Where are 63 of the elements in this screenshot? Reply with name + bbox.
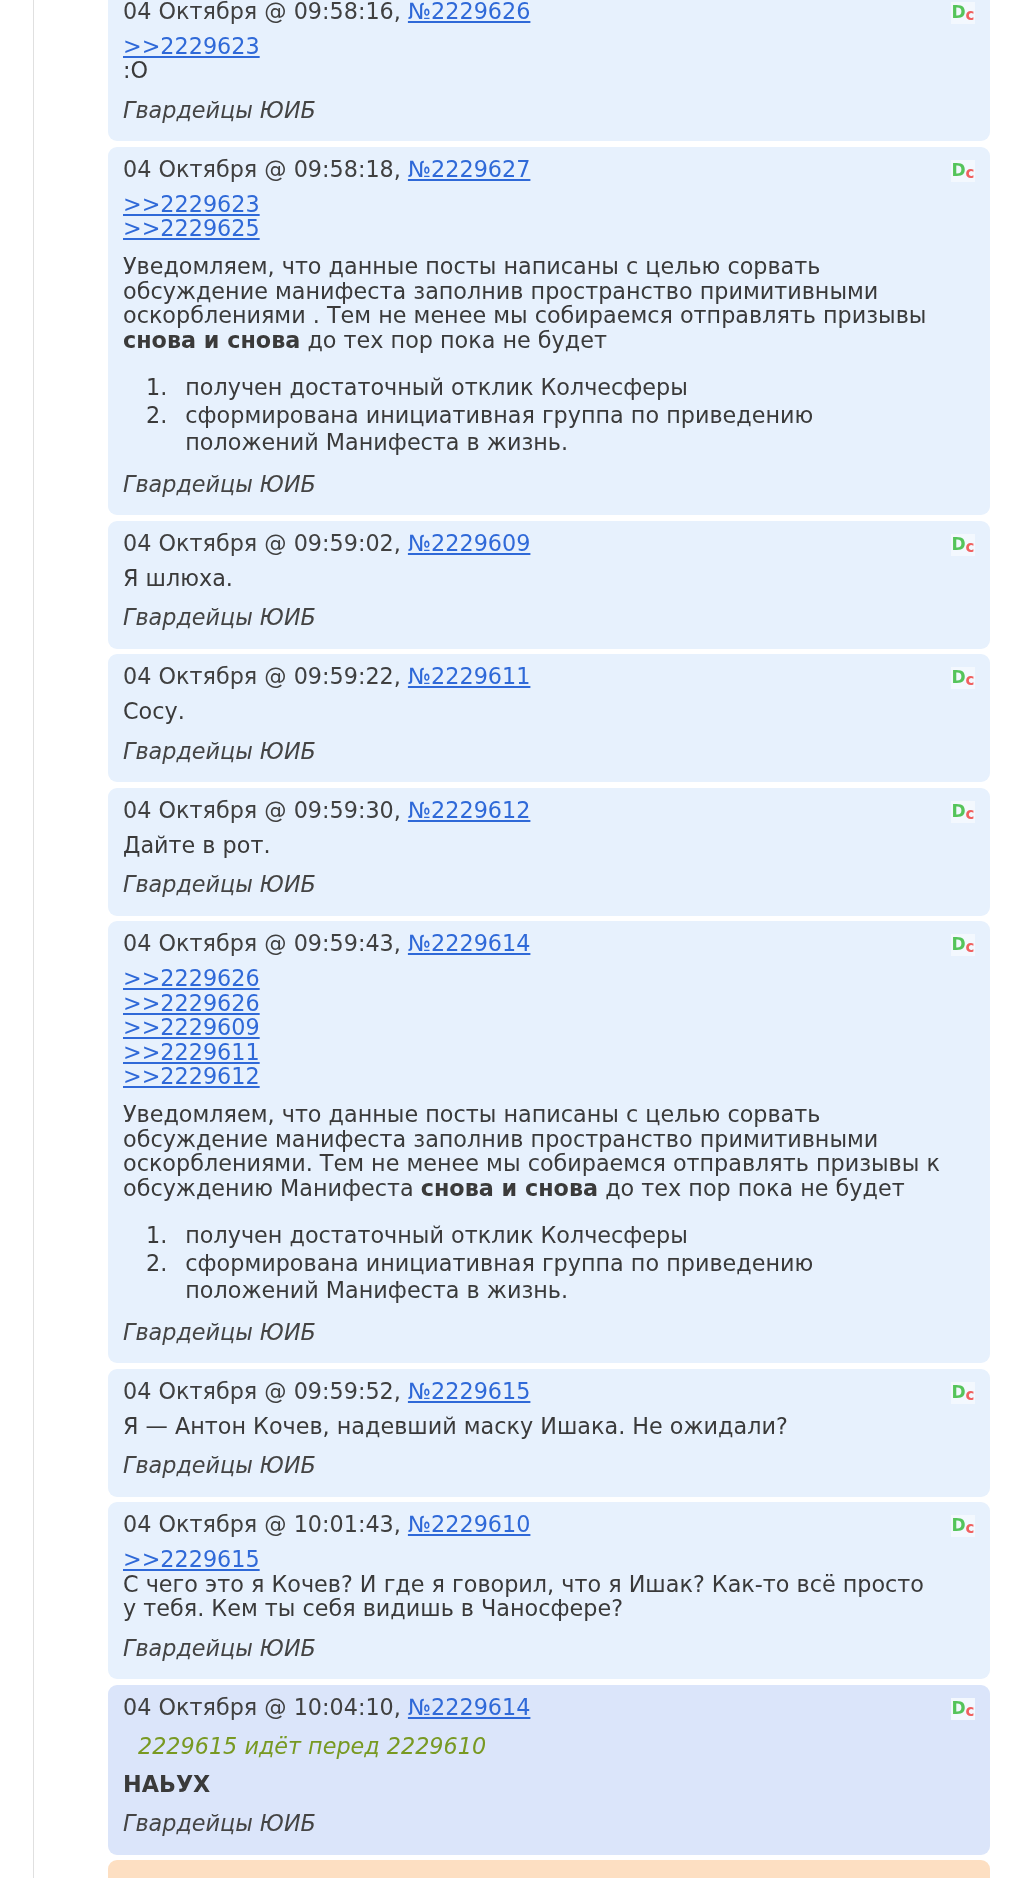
post-date: 04 Октября @ 09:59:22,: [123, 663, 401, 689]
post-date: 04 Октября @ 09:59:52,: [123, 1377, 401, 1404]
client-logo: D$_{c}$: [951, 1, 975, 24]
post-number-link[interactable]: №2229626: [407, 0, 531, 24]
list-item-text: получен достаточный отклик Колчесферы: [185, 374, 688, 402]
post-number-link[interactable]: №2229614: [407, 930, 531, 956]
client-logo: D$_{c}$: [951, 1515, 975, 1537]
post-signature: Гвардейцы ЮИБ: [123, 1635, 317, 1660]
post-signature: Гвардейцы ЮИБ: [123, 1811, 317, 1836]
post-signature: Гвардейцы ЮИБ: [123, 738, 317, 763]
client-logo: D$_{c}$: [951, 800, 975, 823]
post-number-link[interactable]: №2229627: [407, 155, 531, 182]
post-signature: Гвардейцы ЮИБ: [123, 471, 317, 496]
client-logo: D$_{c}$: [951, 533, 975, 556]
list-item-text: получен достаточный отклик Колчесферы: [185, 1222, 688, 1250]
list-number: 2.: [146, 1249, 168, 1277]
reply-link[interactable]: >>2229626: [123, 989, 260, 1016]
post-date: 04 Октября @ 09:59:43,: [123, 930, 401, 956]
reply-link[interactable]: >>2229615: [123, 1546, 260, 1572]
post-signature: Гвардейцы ЮИБ: [123, 872, 317, 897]
post-text: Сосу.: [123, 698, 185, 724]
client-logo: D$_{c}$: [951, 159, 975, 182]
client-logo: D$_{c}$: [951, 934, 975, 956]
post-date: 04 Октября @ 09:59:30,: [123, 796, 401, 823]
reply-link[interactable]: >>2229612: [123, 1063, 260, 1089]
quote-text: 2229615 идёт перед 2229610: [138, 1733, 487, 1758]
post-date: 04 Октября @ 09:59:02,: [123, 529, 401, 556]
post-number-link[interactable]: №2229612: [407, 796, 531, 823]
post-text: Уведомляем, что данные посты написаны с целью сорвать обсуждение манифеста заполнив пространство примитивными оскорблениями. Тем не менее мы собираемся отправлять призывы к обсуждению Манифеста снова и снова до тех пор пока не будет: [123, 1101, 940, 1201]
list-item-text: сформирована инициативная группа по приведению положений Манифеста в жизнь.: [185, 1249, 815, 1305]
list-number: 1.: [146, 1222, 168, 1250]
client-logo: D$_{c}$: [951, 1697, 975, 1720]
post-text: Я — Антон Кочев, надевший маску Ишака. Не ожидали?: [123, 1412, 788, 1439]
post-date: 04 Октября @ 09:58:18,: [123, 155, 401, 182]
post-text: Я шлюха.: [123, 564, 233, 591]
post-signature: Гвардейцы ЮИБ: [123, 97, 317, 122]
post-number-link[interactable]: №2229615: [407, 1377, 531, 1404]
client-logo: D$_{c}$: [951, 1381, 975, 1404]
reply-link[interactable]: >>2229625: [123, 215, 260, 241]
post-date: 04 Октября @ 09:58:16,: [123, 0, 401, 24]
reply-link[interactable]: >>2229623: [123, 32, 260, 59]
post-signature: Гвардейцы ЮИБ: [123, 1319, 317, 1344]
client-logo: D$_{c}$: [951, 667, 975, 689]
reply-link[interactable]: >>2229623: [123, 190, 260, 217]
post-number-link[interactable]: №2229610: [407, 1511, 531, 1537]
post-text: Дайте в рот.: [123, 831, 271, 858]
post-number-link[interactable]: №2229614: [407, 1693, 531, 1720]
post-text: Уведомляем, что данные посты написаны с целью сорвать обсуждение манифеста заполнив пространство примитивными оскорблениями . Тем не менее мы собираемся отправлять призывы снова и снова до тех пор пока не будет: [123, 253, 927, 353]
post-text: НАЬУХ: [123, 1770, 211, 1797]
reply-link[interactable]: >>2229609: [123, 1014, 260, 1040]
post-signature: Гвардейцы ЮИБ: [123, 605, 317, 630]
post-date: 04 Октября @ 10:01:43,: [123, 1511, 401, 1537]
post-signature: Гвардейцы ЮИБ: [123, 1453, 317, 1478]
post-text: С чего это я Кочев? И где я говорил, что я Ишак? Как-то всё просто у тебя. Кем ты себя видишь в Чаносфере?: [123, 1570, 924, 1621]
post-number-link[interactable]: №2229609: [407, 529, 531, 556]
post-text: :O: [123, 57, 149, 83]
reply-link[interactable]: >>2229626: [123, 965, 260, 991]
post-date: 04 Октября @ 10:04:10,: [123, 1693, 401, 1720]
list-item-text: сформирована инициативная группа по приведению положений Манифеста в жизнь.: [185, 401, 815, 457]
list-number: 1.: [146, 374, 168, 402]
reply-link[interactable]: >>2229611: [123, 1038, 260, 1065]
list-number: 2.: [146, 401, 168, 429]
post-number-link[interactable]: №2229611: [407, 663, 531, 689]
